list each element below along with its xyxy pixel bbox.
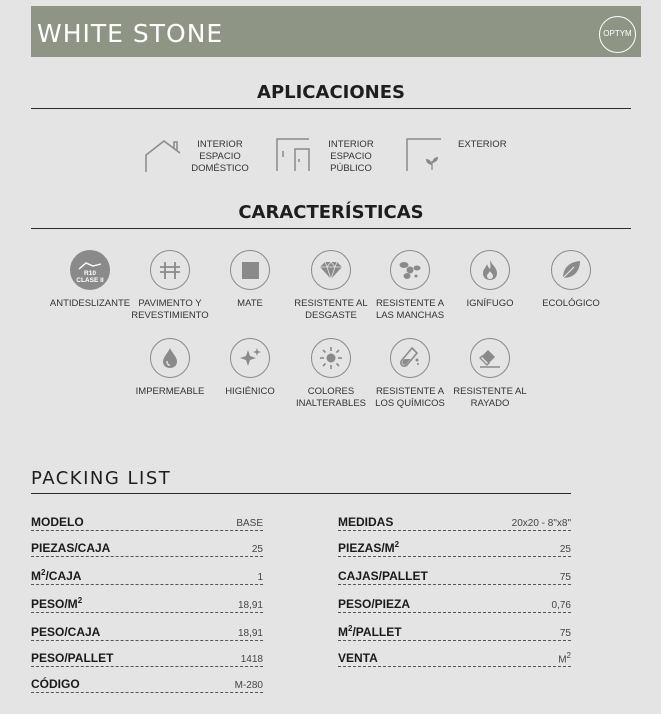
slip-resistance-icon: R10 CLASE II (70, 250, 110, 290)
packing-row-piezas-m2: PIEZAS/M2 25 (338, 537, 571, 557)
product-title: WHITE STONE (37, 19, 224, 48)
test-tube-icon (390, 338, 430, 378)
application-interior-public (275, 137, 315, 178)
stain-icon (390, 250, 430, 290)
feature-rayado: RESISTENTE AL RAYADO (445, 338, 535, 410)
packing-row-peso-pieza: PESO/PIEZA 0,76 (338, 593, 571, 613)
feature-desgaste: RESISTENTE AL DESGASTE (286, 250, 376, 322)
sparkle-icon (230, 338, 270, 378)
feature-impermeable: IMPERMEABLE (125, 338, 215, 398)
packing-row-peso-pallet: PESO/PALLET 1418 (31, 647, 263, 667)
feature-pavimento: PAVIMENTO Y REVESTIMIENTO (125, 250, 215, 322)
application-label: EXTERIOR (458, 139, 507, 150)
feature-colores: COLORES INALTERABLES (286, 338, 376, 410)
feature-quimicos: RESISTENTE A LOS QUÍMICOS (365, 338, 455, 410)
application-label: INTERIOR ESPACIO PÚBLICO (328, 139, 374, 174)
packing-row-venta: VENTA M2 (338, 647, 571, 667)
sun-icon (311, 338, 351, 378)
packing-row-piezas-caja: PIEZAS/CAJA 25 (31, 537, 263, 557)
feature-ecologico: ECOLÓGICO (526, 250, 616, 310)
application-interior-domestic (144, 138, 184, 179)
feature-ignifugo: IGNÍFUGO (445, 250, 535, 310)
badge-line-1: R10 (84, 270, 96, 277)
packing-row-peso-m2: PESO/M2 18,91 (31, 593, 263, 613)
feature-manchas: RESISTENTE A LAS MANCHAS (365, 250, 455, 322)
packing-row-peso-caja: PESO/CAJA 18,91 (31, 621, 263, 641)
diamond-icon (311, 250, 351, 290)
features-heading: CARACTERÍSTICAS (31, 202, 631, 229)
packing-list-title: PACKING LIST (31, 468, 571, 494)
applications-heading: APLICACIONES (31, 82, 631, 109)
table-icon (150, 250, 190, 290)
badge-line-2: CLASE II (76, 277, 104, 284)
application-exterior (405, 137, 445, 178)
feature-higienico: HIGIÉNICO (205, 338, 295, 398)
brand-logo: OPTYM (599, 16, 636, 53)
eraser-icon (470, 338, 510, 378)
packing-row-cajas-pallet: CAJAS/PALLET 75 (338, 565, 571, 585)
drop-icon (150, 338, 190, 378)
packing-row-m2-caja: M2/CAJA 1 (31, 565, 263, 585)
packing-row-codigo: CÓDIGO M-280 (31, 673, 263, 693)
house-icon (145, 140, 181, 172)
packing-row-medidas: MEDIDAS 20x20 - 8"x8" (338, 511, 571, 531)
feature-mate: MATE (205, 250, 295, 310)
packing-row-modelo: MODELO BASE (31, 511, 263, 531)
title-banner: WHITE STONE OPTYM (31, 6, 641, 57)
exterior-plant-icon (406, 138, 441, 171)
feature-antideslizante: R10 CLASE II ANTIDESLIZANTE (45, 250, 135, 310)
leaf-icon (551, 250, 591, 290)
building-door-icon (276, 138, 310, 171)
packing-row-m2-pallet: M2/PALLET 75 (338, 621, 571, 641)
square-icon (230, 250, 270, 290)
application-label: INTERIOR ESPACIO DOMÉSTICO (191, 139, 249, 174)
flame-icon (470, 250, 510, 290)
